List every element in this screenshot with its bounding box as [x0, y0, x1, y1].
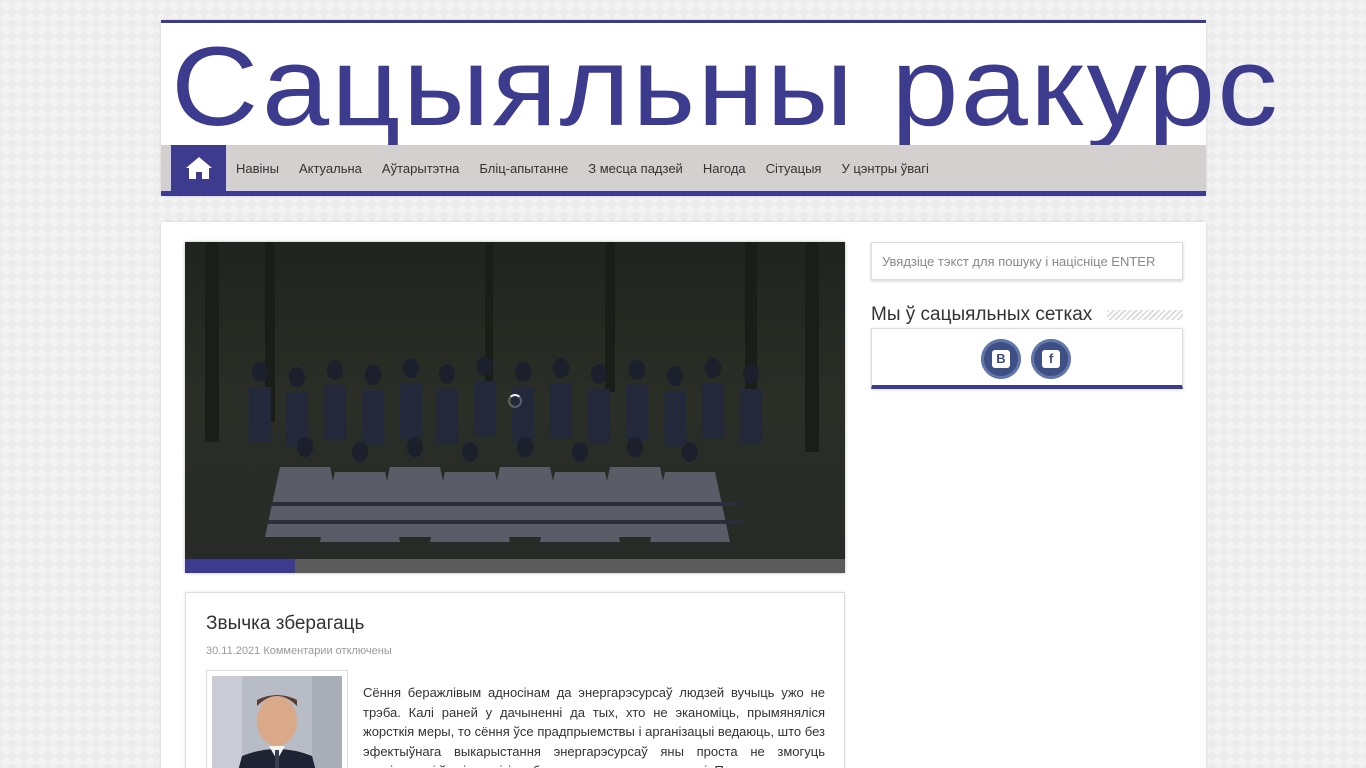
nav-item-u-centry-uvagi[interactable]: У цэнтры ўвагі: [831, 161, 938, 176]
post-comments: Комментарии отключены: [263, 645, 392, 657]
nav-item-z-mesca-padzej[interactable]: З месца падзей: [578, 161, 693, 176]
main-nav: Навіны Актуальна Аўтарытэтна Бліц-апытан…: [161, 145, 1206, 196]
post-thumbnail[interactable]: [206, 670, 348, 768]
nav-item-naviny[interactable]: Навіны: [226, 161, 289, 176]
search-box[interactable]: [871, 242, 1183, 280]
widget-title-stripes: [1107, 310, 1183, 320]
post-meta: 30.11.2021 Комментарии отключены: [206, 645, 392, 657]
vk-button[interactable]: В: [981, 339, 1021, 379]
post-thumbnail-image: [212, 676, 342, 768]
nav-item-autarytetna[interactable]: Аўтарытэтна: [372, 161, 469, 176]
home-button[interactable]: [171, 145, 226, 191]
home-icon: [185, 157, 212, 179]
site-logo[interactable]: Сацыяльны ракурс: [171, 17, 1280, 157]
vk-icon: В: [992, 350, 1010, 368]
nav-item-aktualna[interactable]: Актуальна: [289, 161, 372, 176]
social-widget-title: Мы ў сацыяльных сетках: [871, 304, 1103, 326]
nav-item-nagoda[interactable]: Нагода: [693, 161, 756, 176]
post-title[interactable]: Звычка зберагаць: [206, 613, 364, 635]
content-area: Звычка зберагаць 30.11.2021 Комментарии …: [161, 222, 1206, 768]
social-widget: В f: [871, 328, 1183, 389]
facebook-icon: f: [1042, 350, 1060, 368]
featured-slider[interactable]: [185, 242, 845, 573]
social-widget-header: Мы ў сацыяльных сетках: [871, 302, 1183, 330]
facebook-button[interactable]: f: [1031, 339, 1071, 379]
loading-spinner-icon: [508, 394, 522, 408]
post-card: Звычка зберагаць 30.11.2021 Комментарии …: [185, 592, 845, 768]
nav-items: Навіны Актуальна Аўтарытэтна Бліц-апытан…: [226, 145, 939, 191]
slider-progress-bar: [185, 559, 845, 573]
search-input[interactable]: [872, 243, 1182, 279]
slider-progress-fill: [185, 559, 296, 573]
post-excerpt: Сёння беражлівым адносінам да энергарэсу…: [363, 685, 825, 768]
nav-item-blic-apytanne[interactable]: Бліц-апытанне: [469, 161, 578, 176]
site-header: Сацыяльны ракурс Навіны Актуальна Аўтары…: [161, 20, 1278, 196]
post-date: 30.11.2021: [206, 645, 261, 657]
nav-item-situacyja[interactable]: Сітуацыя: [756, 161, 832, 176]
